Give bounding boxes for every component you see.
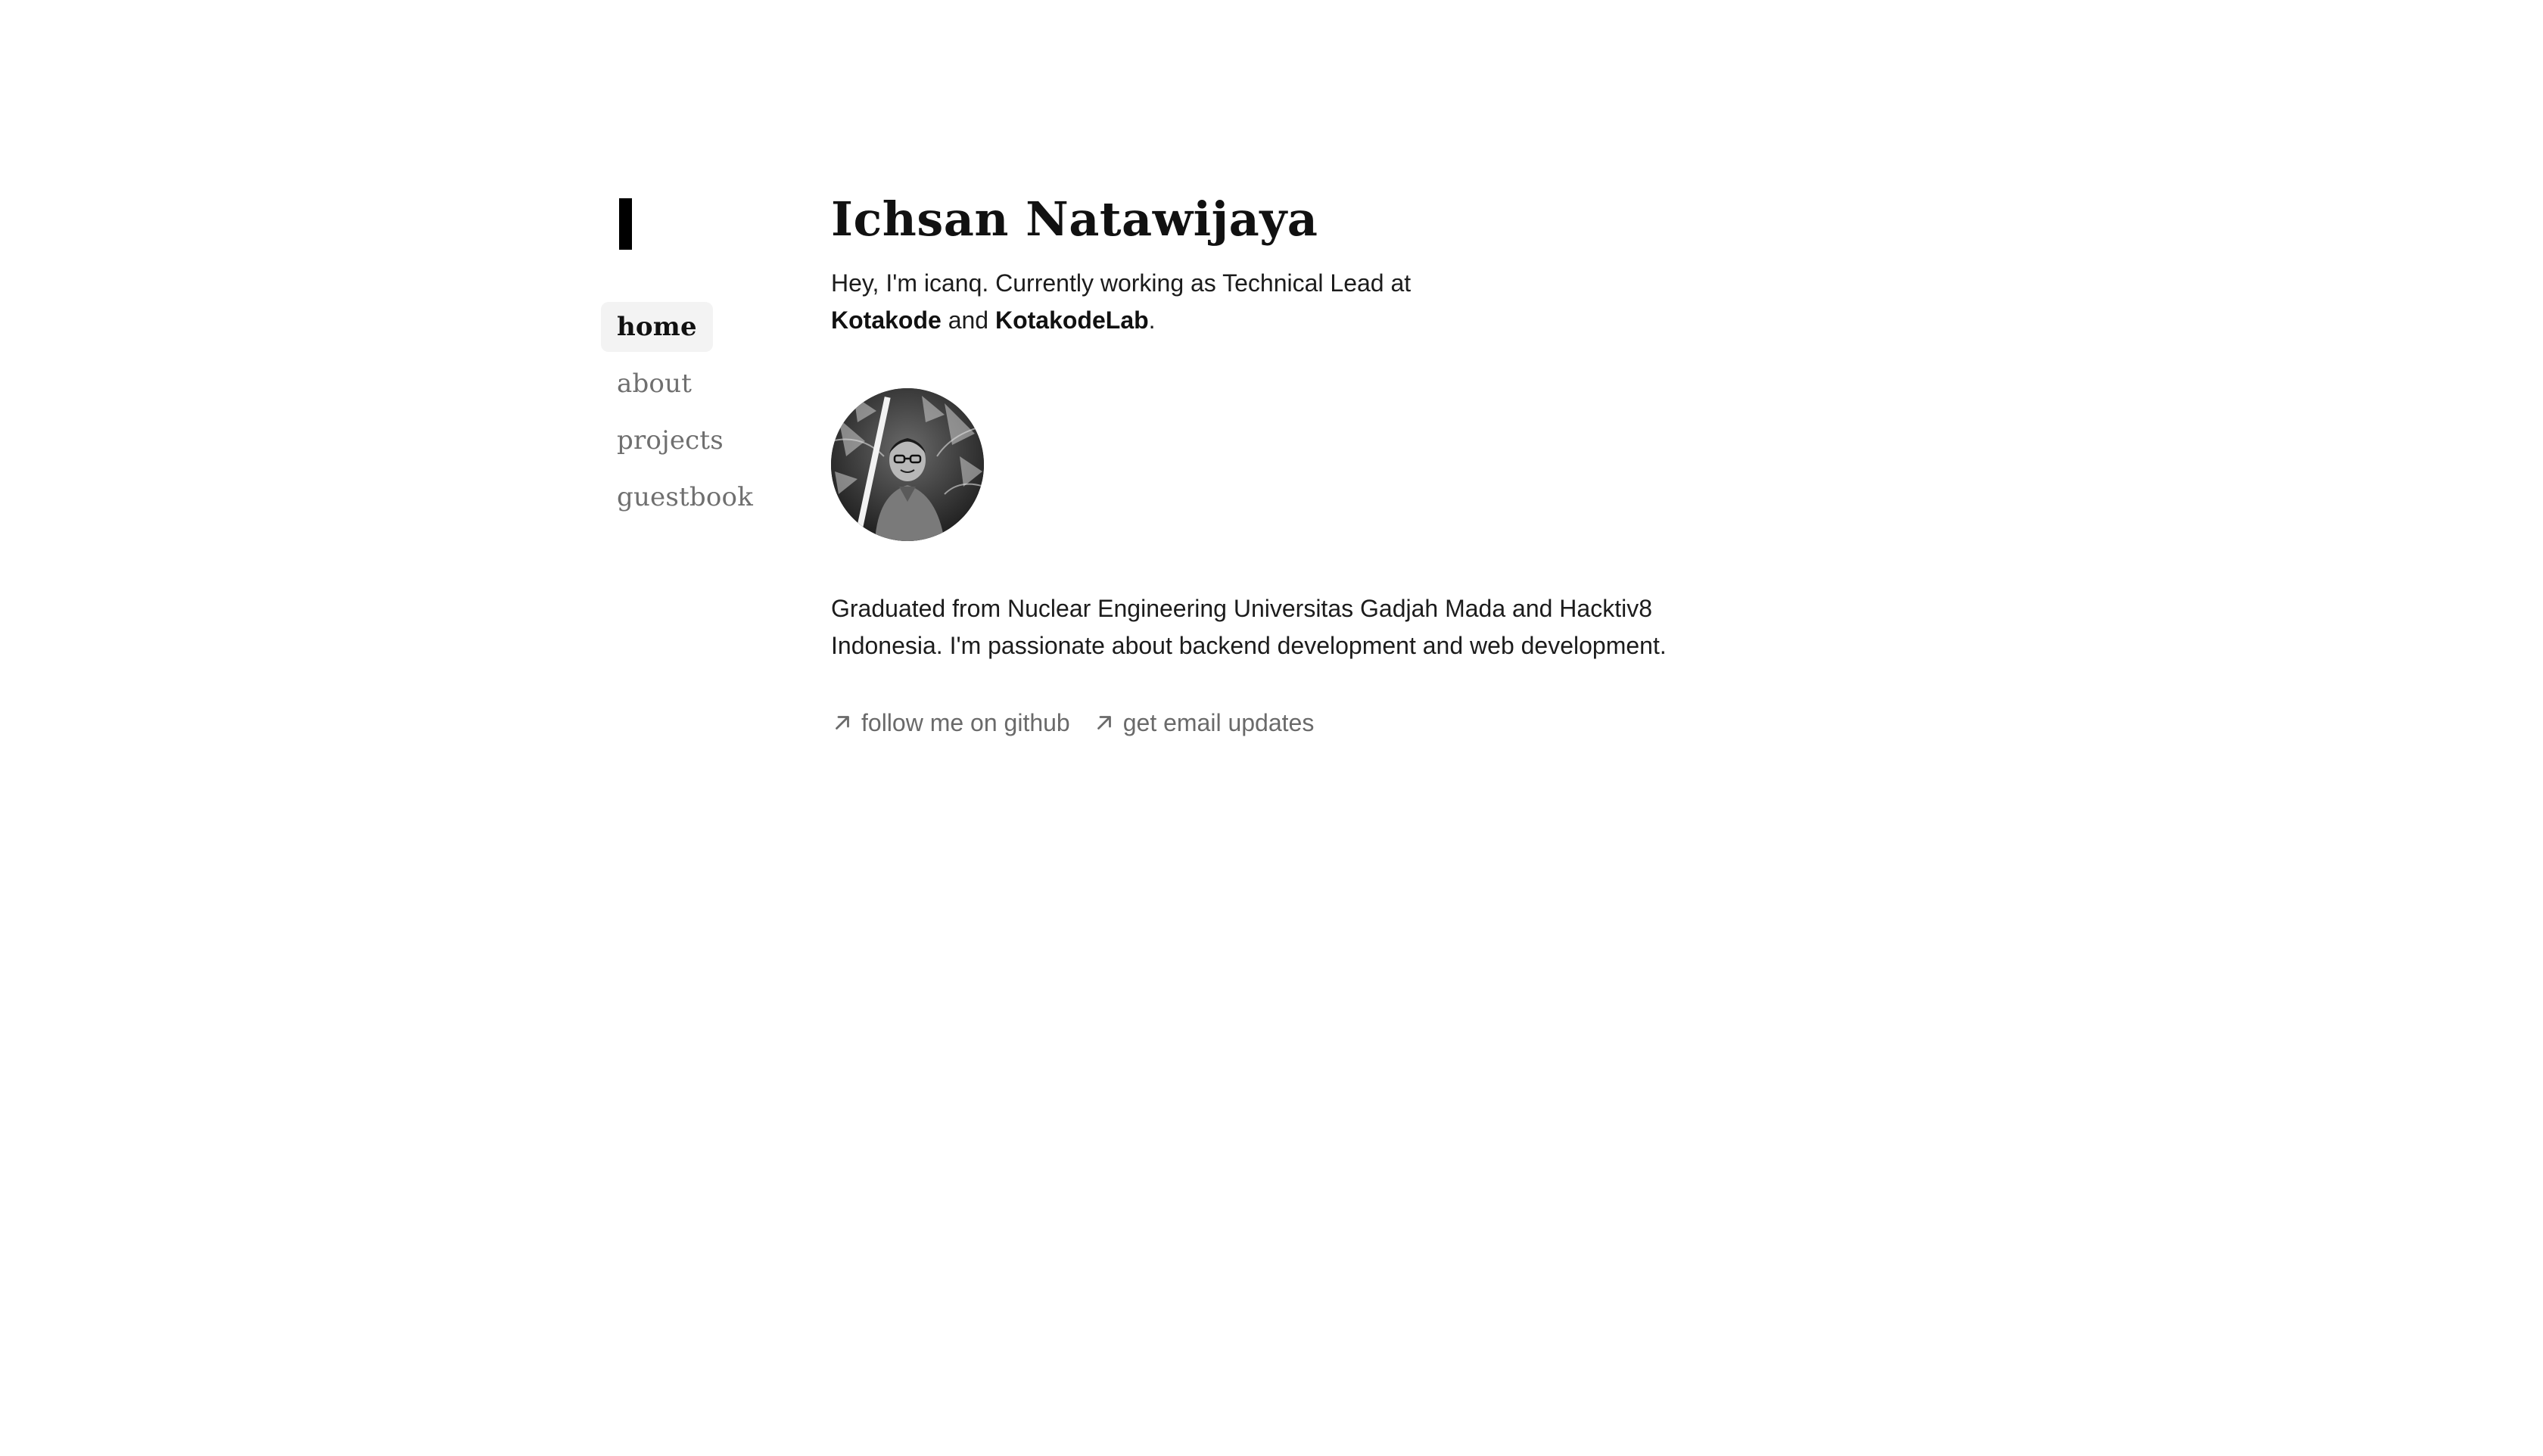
github-link-label: follow me on github [861, 709, 1070, 736]
intro-text: Hey, I'm icanq. Currently working as Tec… [831, 265, 1588, 339]
nav-item-guestbook[interactable]: guestbook [601, 472, 769, 522]
main-content: Ichsan Natawijaya Hey, I'm icanq. Curren… [831, 189, 1724, 738]
email-updates-link-label: get email updates [1122, 709, 1315, 736]
nav-item-home[interactable]: home [601, 302, 713, 352]
logo[interactable] [619, 198, 632, 250]
bio-text: Graduated from Nuclear Engineering Unive… [831, 595, 1667, 659]
avatar-photo [831, 388, 984, 541]
arrow-up-right-icon [836, 716, 849, 730]
intro-suffix: . [1148, 306, 1156, 334]
intro-conjunction: and [948, 306, 989, 334]
nav-item-projects[interactable]: projects [601, 415, 739, 465]
main-nav: home about projects guestbook [601, 302, 769, 529]
email-updates-link[interactable]: get email updates [1093, 708, 1315, 738]
social-links: follow me on github get email updates [831, 708, 1724, 738]
company-kotakode: Kotakode [831, 306, 942, 334]
arrow-up-right-icon [1097, 716, 1111, 730]
page-title: Ichsan Natawijaya [831, 191, 1318, 247]
github-link[interactable]: follow me on github [831, 708, 1070, 738]
avatar [831, 388, 984, 541]
intro-prefix: Hey, I'm icanq. Currently working as Tec… [831, 269, 1412, 297]
company-kotakodelab: KotakodeLab [994, 306, 1149, 334]
nav-item-about[interactable]: about [601, 359, 708, 409]
page: home about projects guestbook Ichsan Nat… [0, 0, 2543, 1456]
